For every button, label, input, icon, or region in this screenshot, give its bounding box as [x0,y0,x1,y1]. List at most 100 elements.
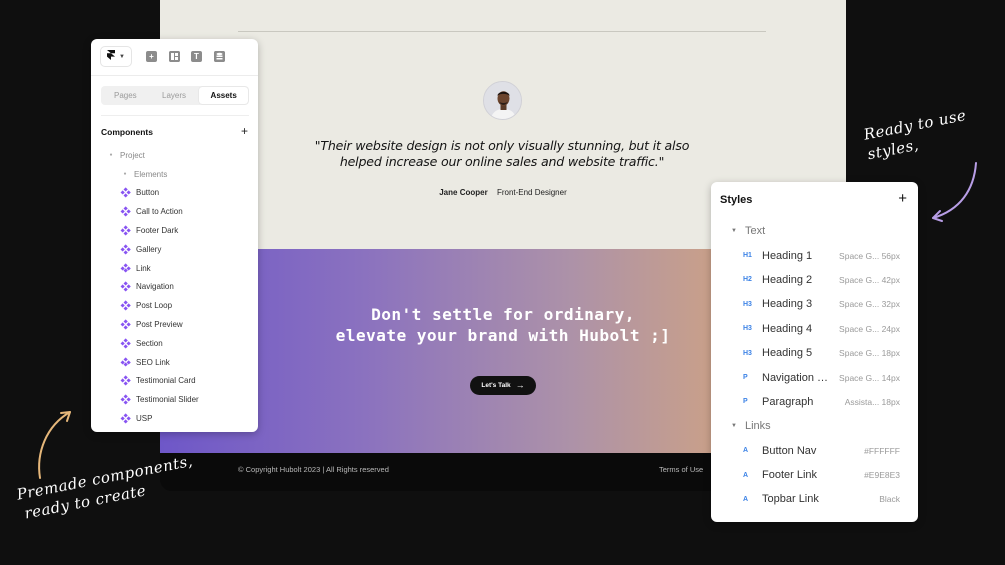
panel-tabs: Pages Layers Assets [101,86,249,105]
text-icon[interactable]: T [191,51,202,62]
component-label: Section [136,338,163,348]
component-item[interactable]: Testimonial Card [91,372,258,391]
component-icon [120,281,131,293]
avatar [483,81,522,120]
component-icon [120,394,131,405]
component-icon [120,225,131,236]
tree-folder-project[interactable]: ● Project [91,146,258,165]
component-icon [120,206,131,217]
curved-arrow-icon [38,411,71,479]
components-heading: Components [101,127,153,137]
cms-icon[interactable] [214,51,225,62]
component-label: USP [136,414,153,424]
component-icon [120,413,131,424]
style-meta: Space G... 56px [839,250,900,261]
style-name: Navigation Li... [762,371,832,384]
component-item[interactable]: USP [91,409,258,428]
tree-folder-elements[interactable]: ● Elements [91,165,258,184]
component-item[interactable]: Button [91,184,258,203]
collapse-caret-icon: ● [123,171,127,178]
lets-talk-button[interactable]: Let's Talk → [470,376,536,395]
style-meta: Assista... 18px [844,396,900,407]
style-group-header[interactable]: ▼ Text [711,219,918,243]
component-item[interactable]: Testimonial Slider [91,390,258,409]
component-label: SEO Link [136,357,170,367]
style-name: Footer Link [762,469,818,482]
style-tag: P [743,374,748,382]
component-label: Testimonial Card [136,376,196,386]
style-name: Paragraph [762,395,814,408]
style-tag: A [743,495,749,503]
component-label: Post Preview [136,320,183,330]
component-item[interactable]: Post Loop [91,296,258,315]
framer-logo-icon [107,50,116,63]
component-item[interactable]: Post Preview [91,315,258,334]
style-tag: A [743,471,749,479]
insert-icon[interactable]: + [146,51,157,62]
component-icon [120,187,131,199]
component-label: Post Loop [136,301,173,311]
add-style-button[interactable]: + [898,190,907,207]
component-item[interactable]: Section [91,334,258,353]
style-item[interactable]: H2 Heading 2 Space G... 42px [711,268,918,292]
style-group-header[interactable]: ▼ Links [711,414,918,438]
style-tag: A [743,447,749,455]
style-item[interactable]: A Topbar Link Black [711,487,918,511]
component-item[interactable]: SEO Link [91,353,258,372]
component-label: Navigation [136,282,174,292]
style-item[interactable]: A Footer Link #E9E8E3 [711,463,918,487]
style-item[interactable]: H3 Heading 5 Space G... 18px [711,341,918,365]
add-component-button[interactable]: + [241,124,248,138]
folder-label: Elements [134,169,168,179]
tab-assets[interactable]: Assets [199,87,249,104]
style-meta: #E9E8E3 [864,470,900,481]
style-meta: #FFFFFF [864,445,900,456]
curved-arrow-icon [932,162,977,222]
tab-layers[interactable]: Layers [150,86,199,105]
style-name: Button Nav [762,444,817,457]
component-item[interactable]: Call to Action [91,202,258,221]
component-label: Link [136,263,151,273]
style-item[interactable]: P Navigation Li... Space G... 14px [711,365,918,389]
component-icon [120,375,131,387]
arrow-right-icon: → [515,380,525,390]
chevron-down-icon: ▼ [731,228,737,235]
collapse-caret-icon: ● [109,152,113,159]
style-tag: P [743,398,748,406]
styles-panel: Styles + ▼ Text H1 Heading 1 Space G... 56px… [711,182,918,522]
style-tag: H3 [743,300,752,308]
style-item[interactable]: P Paragraph Assista... 18px [711,390,918,414]
style-item[interactable]: H3 Heading 3 Space G... 32px [711,292,918,316]
component-item[interactable]: Gallery [91,240,258,259]
component-item[interactable]: Navigation [91,278,258,297]
style-tag: H3 [743,325,752,333]
style-name: Heading 2 [762,273,813,286]
assets-panel: ▼ + T Pages Layers Assets Components + ●… [91,39,258,432]
tab-pages[interactable]: Pages [101,86,150,105]
component-label: Testimonial Slider [136,395,199,405]
styles-callout: Ready to use styles, [862,98,1005,165]
component-label: Button [136,188,160,198]
terms-link[interactable]: Terms of Use [659,465,703,474]
style-group-label: Text [745,225,766,238]
style-name: Heading 4 [762,322,813,335]
style-name: Topbar Link [762,493,819,506]
button-label: Let's Talk [481,382,511,389]
component-item[interactable]: Footer Dark [91,221,258,240]
component-item[interactable]: Link [91,259,258,278]
component-label: Gallery [136,244,162,254]
style-item[interactable]: H1 Heading 1 Space G... 56px [711,243,918,267]
layout-icon[interactable] [169,51,180,62]
style-item[interactable]: H3 Heading 4 Space G... 24px [711,317,918,341]
components-tree: ● Project ● Elements Button Call to Actio… [91,146,258,428]
style-item[interactable]: A Button Nav #FFFFFF [711,439,918,463]
framer-menu-button[interactable]: ▼ [101,47,131,66]
style-tag: H3 [743,349,752,357]
copyright-text: © Copyright Hubolt 2023 | All Rights res… [238,465,389,474]
style-meta: Space G... 42px [839,274,900,285]
style-name: Heading 1 [762,249,813,262]
component-icon [120,300,131,311]
component-label: Call to Action [136,207,183,217]
style-tag: H1 [743,252,752,260]
style-meta: Space G... 14px [839,372,900,383]
